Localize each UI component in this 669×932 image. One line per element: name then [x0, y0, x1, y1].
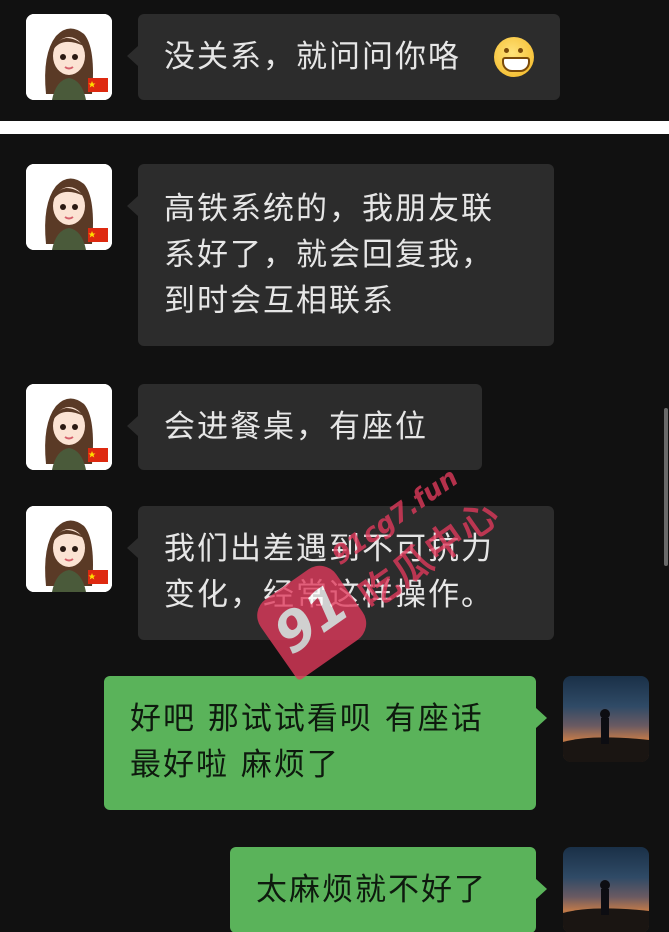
- message-text: 会进餐桌，有座位: [164, 409, 428, 445]
- cartoon-girl-avatar-icon: [26, 14, 112, 100]
- bubble-tail: [536, 708, 547, 728]
- contact-avatar[interactable]: [26, 384, 112, 470]
- message-bubble[interactable]: 高铁系统的，我朋友联 系好了，就会回复我， 到时会互相联系: [138, 164, 554, 346]
- message-text: 到时会互相联系: [164, 283, 395, 319]
- message-text: 没关系，就问问你咯: [164, 39, 461, 75]
- message-bubble[interactable]: 好吧 那试试看呗 有座话 最好啦 麻烦了: [104, 676, 536, 810]
- my-avatar[interactable]: [563, 676, 649, 762]
- contact-avatar[interactable]: [26, 164, 112, 250]
- grinning-face-icon: [494, 37, 534, 77]
- cartoon-girl-avatar-icon: [26, 164, 112, 250]
- message-text: 系好了，就会回复我，: [164, 237, 494, 273]
- message-bubble[interactable]: 会进餐桌，有座位: [138, 384, 482, 470]
- chat-panel-main[interactable]: 高铁系统的，我朋友联 系好了，就会回复我， 到时会互相联系 会进餐桌，有座位 我…: [0, 134, 669, 932]
- message-text: 太麻烦就不好了: [256, 872, 487, 908]
- silhouette-sunset-avatar-icon: [563, 880, 649, 932]
- bubble-tail: [127, 416, 138, 436]
- silhouette-sunset-avatar-icon: [563, 709, 649, 762]
- message-text: 最好啦 麻烦了: [130, 747, 340, 783]
- contact-avatar[interactable]: [26, 506, 112, 592]
- bubble-tail: [127, 196, 138, 216]
- contact-avatar[interactable]: [26, 14, 112, 100]
- message-text: 好吧 那试试看呗 有座话: [130, 701, 484, 737]
- bubble-tail: [536, 879, 547, 899]
- message-text: 高铁系统的，我朋友联: [164, 191, 494, 227]
- scrollbar[interactable]: [664, 408, 668, 566]
- bubble-tail: [127, 46, 138, 66]
- message-bubble[interactable]: 太麻烦就不好了: [230, 847, 536, 932]
- cartoon-girl-avatar-icon: [26, 506, 112, 592]
- message-text: 我们出差遇到不可抗力: [164, 531, 494, 567]
- chat-panel-top: 没关系，就问问你咯: [0, 0, 669, 121]
- cartoon-girl-avatar-icon: [26, 384, 112, 470]
- message-text: 变化，经常这样操作。: [164, 577, 494, 613]
- bubble-tail: [127, 538, 138, 558]
- message-bubble[interactable]: 我们出差遇到不可抗力 变化，经常这样操作。: [138, 506, 554, 640]
- my-avatar[interactable]: [563, 847, 649, 932]
